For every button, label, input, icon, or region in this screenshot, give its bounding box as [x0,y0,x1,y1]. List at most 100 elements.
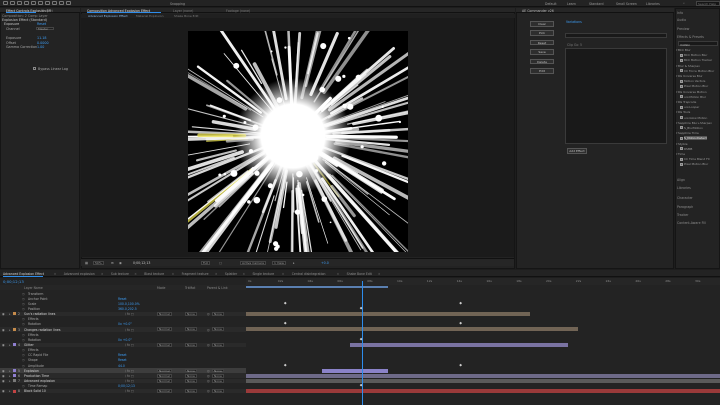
tab-close-icon[interactable]: × [215,272,218,276]
hand-tool-icon[interactable] [17,1,22,5]
type-tool-icon[interactable] [66,1,71,5]
effects-tree-item[interactable]: S_BlurMotion [684,126,703,130]
property-value[interactable]: 0;00;12;13 [118,384,135,388]
property-value[interactable]: 0x +0.0° [118,322,132,326]
timeline-tab[interactable]: Blast texture [144,272,164,276]
ec-gamma-value[interactable]: 1.00 [37,45,44,49]
layer-row[interactable]: ◉ ▸ 4 Glitter ∕ fx □ Normal None ◎ None [0,342,246,348]
effects-tree-item[interactable]: Time [678,152,685,156]
switch-icons[interactable]: ∕ fx □ [125,379,134,383]
grid-icon[interactable]: ⊞ [111,261,114,265]
pan-behind-icon[interactable] [45,1,50,5]
parent-dropdown[interactable]: None [212,342,224,347]
property-row[interactable]: ◷ Rotation 0x +0.0° [0,337,246,342]
panel-section-preview[interactable]: Preview [677,27,689,31]
layer-row[interactable]: ◉ ▸ 5 Explosion ∕ fx □ Normal None ◎ None [0,368,246,373]
tab-close-icon[interactable]: × [172,272,175,276]
parent-pickwhip-icon[interactable]: ◎ [207,374,210,378]
visibility-eye-icon[interactable]: ◉ [2,389,5,393]
layer-name[interactable]: Advanced explosion [24,379,55,383]
property-row[interactable]: ◷ Rotation 0x +0.0° [0,322,246,327]
layer-name[interactable]: Changes radiation lines [24,328,60,332]
add-effect-button[interactable]: Add Effect [567,148,587,154]
tab-close-icon[interactable]: × [282,272,285,276]
layer-row[interactable]: ◉ ▸ 3 Changes radiation lines ∕ fx □ Normal No… [0,327,246,332]
expand-toggle-icon[interactable]: ▸ [9,312,11,316]
effects-tree-item[interactable]: RG Tools [678,110,690,114]
zoom-dropdown[interactable]: 50% [93,260,104,265]
trkmat-dropdown[interactable]: None [185,378,197,383]
parent-pickwhip-icon[interactable]: ◎ [207,328,210,332]
switch-icons[interactable]: ∕ fx □ [125,389,134,393]
effects-tree-item[interactable]: Pixel Motion Blur [684,84,708,88]
layer-name[interactable]: Black Solid 10 [24,389,46,393]
timeline-tab[interactable]: Advanced explosion [64,272,95,276]
property-value[interactable]: Reset [118,353,127,357]
property-row[interactable]: ◷ Time Remap 0;00;12;13 [0,384,246,389]
save-button[interactable]: Save [530,49,554,55]
expand-toggle-icon[interactable]: ▸ [9,379,11,383]
layer-duration-bar[interactable] [246,312,531,316]
stopwatch-icon[interactable]: ◷ [22,292,25,296]
switch-icons[interactable]: ∕ fx □ [125,369,134,373]
stopwatch-icon[interactable]: ◷ [22,317,25,321]
label-color-swatch[interactable] [13,369,16,373]
ec-reset-link[interactable]: Reset [37,22,46,26]
keyframe-icon[interactable]: ◆ [459,301,462,305]
effects-tree-item[interactable]: Sapphire Blur+Sharpen [678,121,712,125]
effects-tree-item[interactable]: uni.Looper [684,105,699,109]
fast-preview-icon[interactable]: ▸ [293,261,295,265]
parent-pickwhip-icon[interactable]: ◎ [207,379,210,383]
keyframe-icon[interactable]: ◆ [459,321,462,325]
timeline-tab[interactable]: Fragment texture [182,272,209,276]
work-area-bar[interactable] [246,285,389,288]
tab-close-icon[interactable]: × [337,272,340,276]
search-icon[interactable]: ⌕ [683,1,685,5]
property-row[interactable]: ◷ Amplitude 44.0 [0,363,246,368]
trkmat-dropdown[interactable]: None [185,311,197,316]
layer-duration-bar[interactable] [246,327,578,332]
search-help-input[interactable]: Search Help [696,1,720,6]
layer-duration-bar[interactable] [246,378,720,383]
property-row[interactable]: ◷ Scale 100.0,100.0% [0,301,246,306]
parent-pickwhip-icon[interactable]: ◎ [207,343,210,347]
effects-tree-item[interactable]: BCC Blur [678,48,691,52]
ec-channel-dropdown[interactable]: Master [36,26,54,31]
bypass-linear-checkbox[interactable] [33,67,36,70]
property-value[interactable]: Reset [118,297,127,301]
switch-icons[interactable]: ∕ fx □ [125,343,134,347]
label-color-swatch[interactable] [13,374,16,378]
playhead[interactable] [362,281,364,405]
layer-duration-bar[interactable] [246,373,720,378]
parent-dropdown[interactable]: None [212,327,224,332]
panel-section-character[interactable]: Character [677,196,693,200]
property-row[interactable]: ◷ Anchor Point Reset [0,296,246,301]
stopwatch-icon[interactable]: ◷ [22,302,25,306]
tab-footage[interactable]: Footage (none) [226,9,250,13]
property-value[interactable]: 360.0,202.5 [118,307,137,311]
property-row[interactable]: ◷ Effects [0,332,246,337]
layer-name[interactable]: Sun's radiation lines [24,312,55,316]
visibility-eye-icon[interactable]: ◉ [2,374,5,378]
timeline-tab[interactable]: Shake Bone Edit [347,272,372,276]
mode-dropdown[interactable]: Normal [157,368,172,373]
timeline-tab[interactable]: Single texture [252,272,274,276]
pick-button[interactable]: Pick [530,30,554,36]
stopwatch-icon[interactable]: ◷ [22,338,25,342]
switch-icons[interactable]: ∕ fx □ [125,312,134,316]
parent-dropdown[interactable]: None [212,378,224,383]
col-parent[interactable]: Parent & Link [207,286,228,290]
panel-section-paragraph[interactable]: Paragraph [677,205,693,209]
effects-tree-item[interactable]: RG Universe Blur [678,74,703,78]
expand-toggle-icon[interactable]: ▸ [9,328,11,332]
home-icon[interactable] [3,1,8,5]
parent-dropdown[interactable]: None [212,311,224,316]
zoom-tool-icon[interactable] [24,1,29,5]
mode-dropdown[interactable]: Normal [157,389,172,394]
snapping-label[interactable]: Snapping [170,2,185,6]
tab-close-icon[interactable]: × [134,272,137,276]
visibility-eye-icon[interactable]: ◉ [2,379,5,383]
stopwatch-icon[interactable]: ◷ [22,353,25,357]
rotate-tool-icon[interactable] [31,1,36,5]
resolution-dropdown[interactable]: Full [201,260,211,265]
